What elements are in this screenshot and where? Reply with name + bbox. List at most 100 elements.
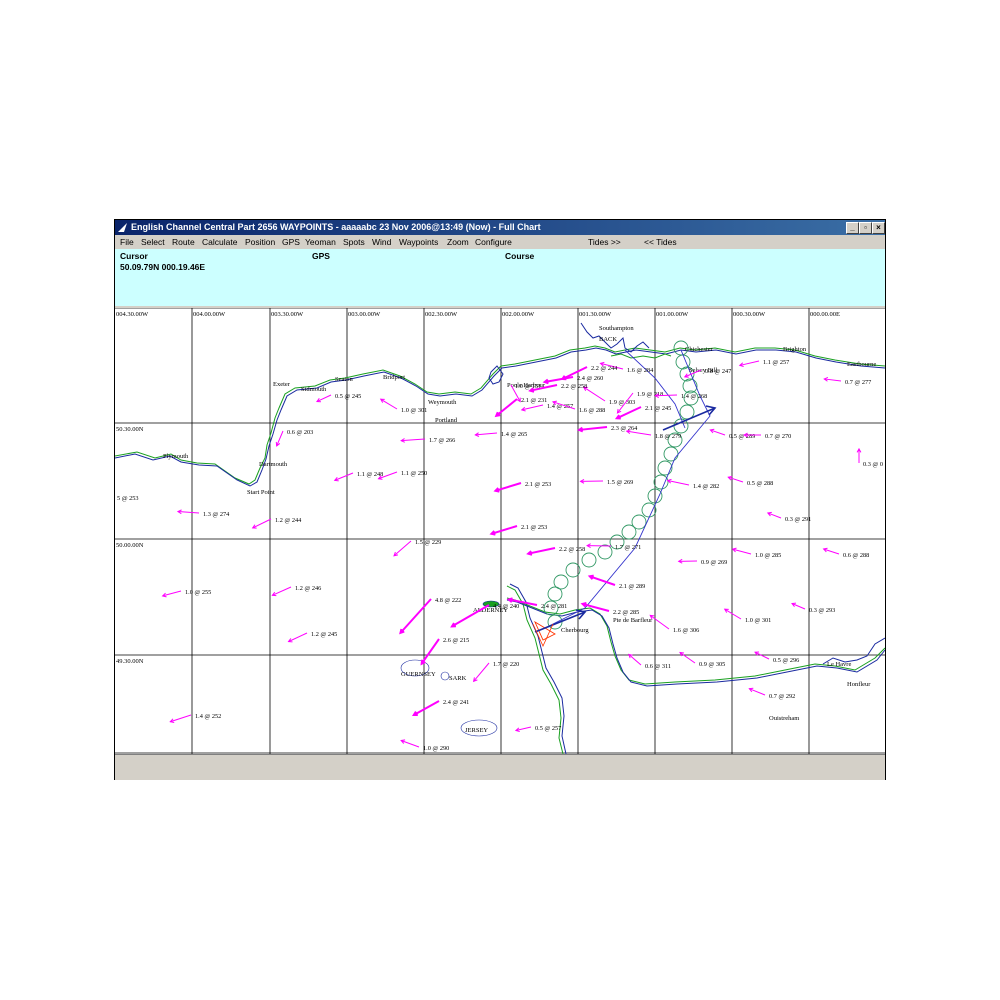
place-label: Eastbourne [847, 361, 876, 368]
island-sark [440, 671, 450, 681]
menu-route[interactable]: Route [172, 235, 195, 249]
title-bar[interactable]: English Channel Central Part 2656 WAYPOI… [115, 220, 885, 235]
tide-label: 0.5 @ 288 [747, 480, 773, 487]
tide-label: 2.6 @ 215 [443, 637, 469, 644]
tide-label: 1.4 @ 268 [681, 393, 707, 400]
menu-zoom[interactable]: Zoom [447, 235, 469, 249]
tide-arrow [177, 511, 200, 514]
menu-calculate[interactable]: Calculate [202, 235, 237, 249]
tide-arrow [272, 586, 292, 596]
menu-yeoman[interactable]: Yeoman [305, 235, 336, 249]
tide-label: 1.1 @ 257 [763, 359, 789, 366]
tide-arrow [495, 398, 518, 417]
tide-arrow [527, 547, 556, 555]
tide-arrow [628, 653, 642, 666]
waypoint-circle[interactable] [657, 460, 673, 476]
waypoint-circle[interactable] [581, 552, 597, 568]
menu-configure[interactable]: Configure [475, 235, 512, 249]
tide-label: 1.6 @ 284 [627, 367, 654, 374]
close-button[interactable]: × [872, 222, 885, 234]
tide-label: 1.2 @ 246 [295, 585, 321, 592]
tide-label: 1.0 @ 290 [423, 745, 449, 752]
place-label: Cherbourg [561, 627, 589, 634]
waypoint-circle[interactable] [597, 544, 613, 560]
tide-label: 1.5 @ 269 [607, 479, 633, 486]
tide-label: 0.7 @ 277 [845, 379, 871, 386]
menu-position[interactable]: Position [245, 235, 275, 249]
menu-file[interactable]: File [120, 235, 134, 249]
tide-arrow [521, 404, 544, 411]
lon-label: 000.30.00W [733, 311, 766, 318]
menu-tides-forward[interactable]: Tides >> [588, 235, 621, 249]
tide-label: 1.0 @ 255 [185, 589, 211, 596]
menu-bar: File Select Route Calculate Position GPS… [115, 235, 885, 249]
place-label: Pte de Barfleur [613, 617, 653, 624]
waypoint-circle[interactable] [641, 502, 657, 518]
coastline [115, 347, 885, 487]
tide-label: 0.7 @ 270 [765, 433, 791, 440]
tide-label: 1.7 @ 266 [429, 437, 455, 444]
course-label: Course [505, 251, 535, 261]
tide-label: 2.4 @ 241 [443, 699, 469, 706]
menu-tides-back[interactable]: << Tides [644, 235, 677, 249]
tide-label: 4.8 @ 222 [435, 597, 461, 604]
lon-label: 000.00.00E [810, 311, 840, 318]
tide-arrow [170, 714, 192, 723]
tide-label: 0.5 @ 296 [773, 657, 799, 664]
place-label: BACK [599, 336, 617, 343]
tide-label: 2.4 @ 281 [541, 603, 567, 610]
lon-label: 004.00.00W [193, 311, 226, 318]
tide-label: 2.2 @ 244 [591, 365, 618, 372]
lon-label: 001.30.00W [579, 311, 612, 318]
chart-map[interactable]: 004.30.00W 004.00.00W 003.30.00W 003.00.… [115, 308, 885, 754]
menu-select[interactable]: Select [141, 235, 165, 249]
tide-label: 2.2 @ 285 [613, 609, 639, 616]
tide-arrow [578, 426, 608, 431]
tide-label: 1.1 @ 250 [401, 470, 427, 477]
tide-label: 0.6 @ 311 [645, 663, 671, 670]
lat-label: 50.00.00N [116, 542, 144, 549]
menu-spots[interactable]: Spots [343, 235, 365, 249]
place-label: Dartmouth [259, 461, 288, 468]
tide-arrow [649, 614, 670, 630]
place-label: GUERNSEY [401, 671, 436, 678]
menu-wind[interactable]: Wind [372, 235, 391, 249]
tide-arrow [724, 608, 742, 620]
tide-label: 2.2 @ 258 [561, 383, 587, 390]
place-label: Weymouth [428, 399, 457, 406]
coastline [610, 353, 672, 359]
app-window: English Channel Central Part 2656 WAYPOI… [114, 219, 886, 780]
coastline-england [115, 322, 885, 487]
menu-waypoints[interactable]: Waypoints [399, 235, 438, 249]
tide-arrow [252, 518, 272, 529]
lon-label: 004.30.00W [116, 311, 149, 318]
menu-gps[interactable]: GPS [282, 235, 300, 249]
waypoint-circle[interactable] [547, 586, 563, 602]
tide-arrow [400, 740, 420, 748]
waypoint-circle[interactable] [653, 474, 669, 490]
tide-arrow [473, 662, 490, 682]
tide-arrow [491, 525, 518, 535]
waypoint-circle[interactable] [663, 446, 679, 462]
lon-label: 001.00.00W [656, 311, 689, 318]
tide-label: 2.4 @ 260 [577, 375, 603, 382]
tide-label: 0.7 @ 292 [769, 693, 795, 700]
maximize-button[interactable]: ▫ [859, 222, 872, 234]
waypoint-circle[interactable] [621, 524, 637, 540]
tide-label: 1.2 @ 244 [275, 517, 302, 524]
cursor-position: 50.09.79N 000.19.46E [120, 262, 206, 272]
tide-arrow [544, 376, 574, 383]
tide-arrow [399, 598, 432, 634]
minimize-button[interactable]: _ [846, 222, 859, 234]
tide-label: 1.5 @ 229 [415, 539, 441, 546]
tide-label: 1.8 @ 279 [655, 433, 681, 440]
chart-area[interactable]: 004.30.00W 004.00.00W 003.30.00W 003.00.… [115, 308, 885, 754]
tide-arrow [679, 652, 696, 664]
tide-arrow [393, 540, 412, 557]
window-title: English Channel Central Part 2656 WAYPOI… [131, 222, 541, 232]
tide-label: 0.9 @ 269 [701, 559, 727, 566]
place-label: SARK [449, 675, 467, 682]
waypoint-circle[interactable] [679, 404, 695, 420]
tide-label: 1.6 @ 306 [673, 627, 699, 634]
tide-label: 0.6 @ 288 [843, 552, 869, 559]
